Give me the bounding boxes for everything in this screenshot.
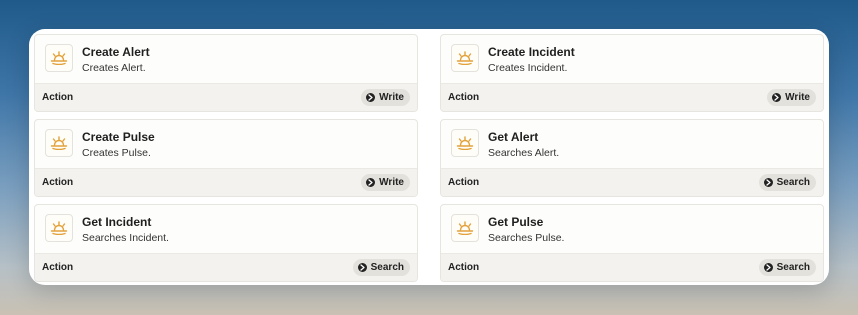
sunrise-app-icon bbox=[451, 214, 479, 242]
action-card-create-alert[interactable]: Create Alert Creates Alert. Action Write bbox=[34, 34, 418, 112]
write-arrow-icon bbox=[366, 178, 376, 187]
sunrise-app-icon bbox=[45, 214, 73, 242]
card-header: Get Alert Searches Alert. bbox=[441, 120, 823, 170]
action-title: Create Incident bbox=[488, 45, 575, 59]
write-badge[interactable]: Write bbox=[361, 174, 410, 191]
action-title: Create Pulse bbox=[82, 130, 155, 144]
card-footer: Action Write bbox=[441, 83, 823, 111]
card-footer: Action Write bbox=[35, 168, 417, 196]
search-badge[interactable]: Search bbox=[758, 174, 816, 191]
action-card-get-pulse[interactable]: Get Pulse Searches Pulse. Action Search bbox=[440, 204, 824, 282]
card-footer: Action Search bbox=[35, 253, 417, 281]
action-type-label: Action bbox=[448, 92, 480, 103]
action-description: Searches Alert. bbox=[488, 147, 560, 159]
actions-panel: Create Alert Creates Alert. Action Write bbox=[29, 29, 829, 285]
action-card-get-alert[interactable]: Get Alert Searches Alert. Action Search bbox=[440, 119, 824, 197]
search-arrow-icon bbox=[763, 263, 773, 272]
action-type-label: Action bbox=[42, 262, 74, 273]
action-description: Creates Incident. bbox=[488, 62, 568, 74]
sunrise-app-icon bbox=[45, 129, 73, 157]
action-description: Creates Alert. bbox=[82, 62, 146, 74]
write-arrow-icon bbox=[366, 93, 376, 102]
badge-label: Write bbox=[379, 177, 404, 188]
card-header: Create Alert Creates Alert. bbox=[35, 35, 417, 85]
action-title: Get Alert bbox=[488, 130, 539, 144]
write-badge[interactable]: Write bbox=[767, 89, 816, 106]
action-title: Get Pulse bbox=[488, 215, 544, 229]
action-card-get-incident[interactable]: Get Incident Searches Incident. Action S… bbox=[34, 204, 418, 282]
action-title: Get Incident bbox=[82, 215, 152, 229]
card-footer: Action Write bbox=[35, 83, 417, 111]
action-description: Searches Pulse. bbox=[488, 232, 565, 244]
action-type-label: Action bbox=[448, 262, 480, 273]
search-arrow-icon bbox=[763, 178, 773, 187]
badge-label: Write bbox=[785, 92, 810, 103]
badge-label: Search bbox=[776, 262, 810, 273]
action-type-label: Action bbox=[42, 92, 74, 103]
card-header: Create Incident Creates Incident. bbox=[441, 35, 823, 85]
card-footer: Action Search bbox=[441, 253, 823, 281]
sunrise-app-icon bbox=[45, 44, 73, 72]
sunrise-app-icon bbox=[451, 129, 479, 157]
search-badge[interactable]: Search bbox=[352, 259, 410, 276]
card-footer: Action Search bbox=[441, 168, 823, 196]
card-header: Get Pulse Searches Pulse. bbox=[441, 205, 823, 255]
sunrise-app-icon bbox=[451, 44, 479, 72]
card-header: Get Incident Searches Incident. bbox=[35, 205, 417, 255]
action-description: Creates Pulse. bbox=[82, 147, 151, 159]
search-badge[interactable]: Search bbox=[758, 259, 816, 276]
badge-label: Search bbox=[776, 177, 810, 188]
badge-label: Search bbox=[370, 262, 404, 273]
action-description: Searches Incident. bbox=[82, 232, 169, 244]
action-type-label: Action bbox=[448, 177, 480, 188]
search-arrow-icon bbox=[357, 263, 367, 272]
card-header: Create Pulse Creates Pulse. bbox=[35, 120, 417, 170]
badge-label: Write bbox=[379, 92, 404, 103]
action-card-create-pulse[interactable]: Create Pulse Creates Pulse. Action Write bbox=[34, 119, 418, 197]
write-badge[interactable]: Write bbox=[361, 89, 410, 106]
action-card-create-incident[interactable]: Create Incident Creates Incident. Action… bbox=[440, 34, 824, 112]
write-arrow-icon bbox=[772, 93, 782, 102]
action-type-label: Action bbox=[42, 177, 74, 188]
action-title: Create Alert bbox=[82, 45, 150, 59]
